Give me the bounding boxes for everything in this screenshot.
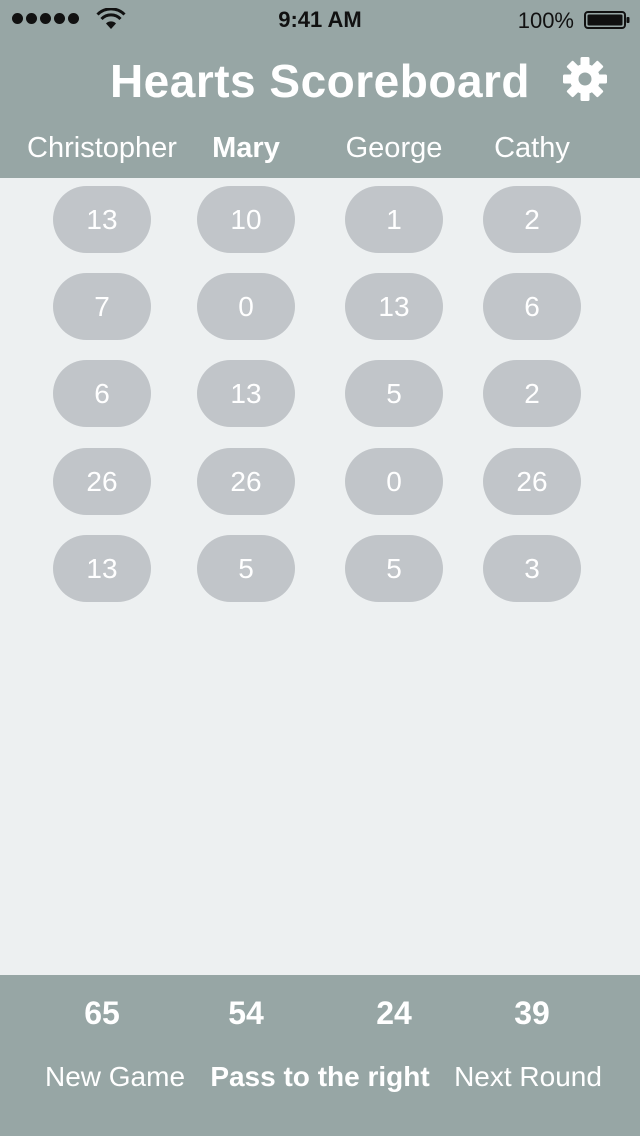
score-cell[interactable]: 3 bbox=[483, 535, 581, 602]
score-cell[interactable]: 26 bbox=[197, 448, 295, 515]
score-cell[interactable]: 13 bbox=[345, 273, 443, 340]
total-score: 39 bbox=[514, 995, 550, 1031]
new-game-button[interactable]: New Game bbox=[36, 1061, 194, 1093]
score-cell[interactable]: 0 bbox=[345, 448, 443, 515]
score-cell[interactable]: 6 bbox=[53, 360, 151, 427]
score-cell[interactable]: 6 bbox=[483, 273, 581, 340]
score-cell[interactable]: 2 bbox=[483, 186, 581, 253]
gear-icon[interactable] bbox=[562, 56, 608, 102]
pass-direction-label: Pass to the right bbox=[210, 1061, 430, 1092]
score-cell[interactable]: 5 bbox=[345, 535, 443, 602]
score-cell[interactable]: 13 bbox=[53, 535, 151, 602]
battery-percentage: 100% bbox=[517, 8, 574, 33]
page-title: Hearts Scoreboard bbox=[109, 55, 531, 107]
score-cell[interactable]: 26 bbox=[53, 448, 151, 515]
footer: 65 54 24 39 New Game Pass to the right N… bbox=[0, 975, 640, 1136]
total-score: 24 bbox=[376, 995, 412, 1031]
score-cell[interactable]: 26 bbox=[483, 448, 581, 515]
score-cell[interactable]: 5 bbox=[197, 535, 295, 602]
score-cell[interactable]: 0 bbox=[197, 273, 295, 340]
player-name[interactable]: Cathy bbox=[442, 132, 622, 165]
score-cell[interactable]: 10 bbox=[197, 186, 295, 253]
score-cell[interactable]: 13 bbox=[53, 186, 151, 253]
status-bar: 9:41 AM 100% bbox=[0, 0, 640, 40]
battery-icon bbox=[584, 11, 630, 29]
total-score: 54 bbox=[228, 995, 264, 1031]
score-cell[interactable]: 2 bbox=[483, 360, 581, 427]
next-round-button[interactable]: Next Round bbox=[446, 1061, 610, 1093]
header: Hearts Scoreboard Christopher Mary Georg… bbox=[0, 40, 640, 178]
total-score: 65 bbox=[84, 995, 120, 1031]
score-cell[interactable]: 1 bbox=[345, 186, 443, 253]
score-cell[interactable]: 13 bbox=[197, 360, 295, 427]
score-cell[interactable]: 5 bbox=[345, 360, 443, 427]
score-cell[interactable]: 7 bbox=[53, 273, 151, 340]
